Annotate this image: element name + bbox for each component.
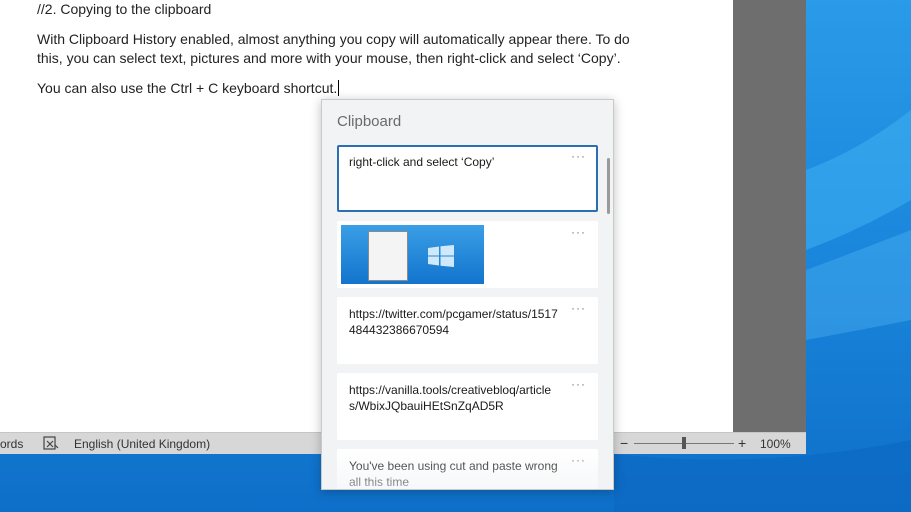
- zoom-slider-thumb[interactable]: [682, 437, 686, 449]
- proofing-icon[interactable]: [43, 436, 59, 451]
- zoom-in-button[interactable]: +: [738, 435, 746, 451]
- clipboard-panel: Clipboard right-click and select ‘Copy’ …: [321, 99, 614, 490]
- document-paragraph-line: this, you can select text, pictures and …: [37, 50, 621, 66]
- more-options-icon[interactable]: ···: [571, 225, 586, 239]
- more-options-icon[interactable]: ···: [571, 301, 586, 315]
- word-count[interactable]: ords: [0, 437, 23, 451]
- language-indicator[interactable]: English (United Kingdom): [74, 437, 210, 451]
- text-cursor: [338, 80, 340, 96]
- clipboard-item-text: https://vanilla.tools/creativebloq/artic…: [349, 383, 552, 413]
- thumbnail-document: [368, 231, 408, 281]
- windows-logo-icon: [428, 245, 454, 267]
- document-paragraph-line: With Clipboard History enabled, almost a…: [37, 31, 630, 47]
- clipboard-item[interactable]: You've been using cut and paste wrong al…: [337, 449, 598, 489]
- clipboard-item-text: You've been using cut and paste wrong al…: [349, 459, 558, 489]
- clipboard-item[interactable]: right-click and select ‘Copy’ ···: [337, 145, 598, 212]
- more-options-icon[interactable]: ···: [571, 149, 586, 163]
- more-options-icon[interactable]: ···: [571, 377, 586, 391]
- zoom-percentage[interactable]: 100%: [760, 437, 791, 451]
- zoom-out-button[interactable]: −: [620, 435, 628, 451]
- document-heading: //2. Copying to the clipboard: [37, 1, 212, 17]
- clipboard-item-image[interactable]: ···: [337, 221, 598, 288]
- clipboard-item[interactable]: https://vanilla.tools/creativebloq/artic…: [337, 373, 598, 440]
- document-paragraph: You can also use the Ctrl + C keyboard s…: [37, 80, 340, 96]
- document-paragraph-text: You can also use the Ctrl + C keyboard s…: [37, 80, 338, 96]
- clipboard-title: Clipboard: [337, 113, 402, 130]
- screenshot-thumbnail: [341, 225, 484, 284]
- more-options-icon[interactable]: ···: [571, 453, 586, 467]
- clipboard-scrollbar[interactable]: [607, 158, 610, 214]
- clipboard-item[interactable]: https://twitter.com/pcgamer/status/15174…: [337, 297, 598, 364]
- clipboard-item-text: https://twitter.com/pcgamer/status/15174…: [349, 307, 558, 337]
- clipboard-item-text: right-click and select ‘Copy’: [349, 155, 495, 169]
